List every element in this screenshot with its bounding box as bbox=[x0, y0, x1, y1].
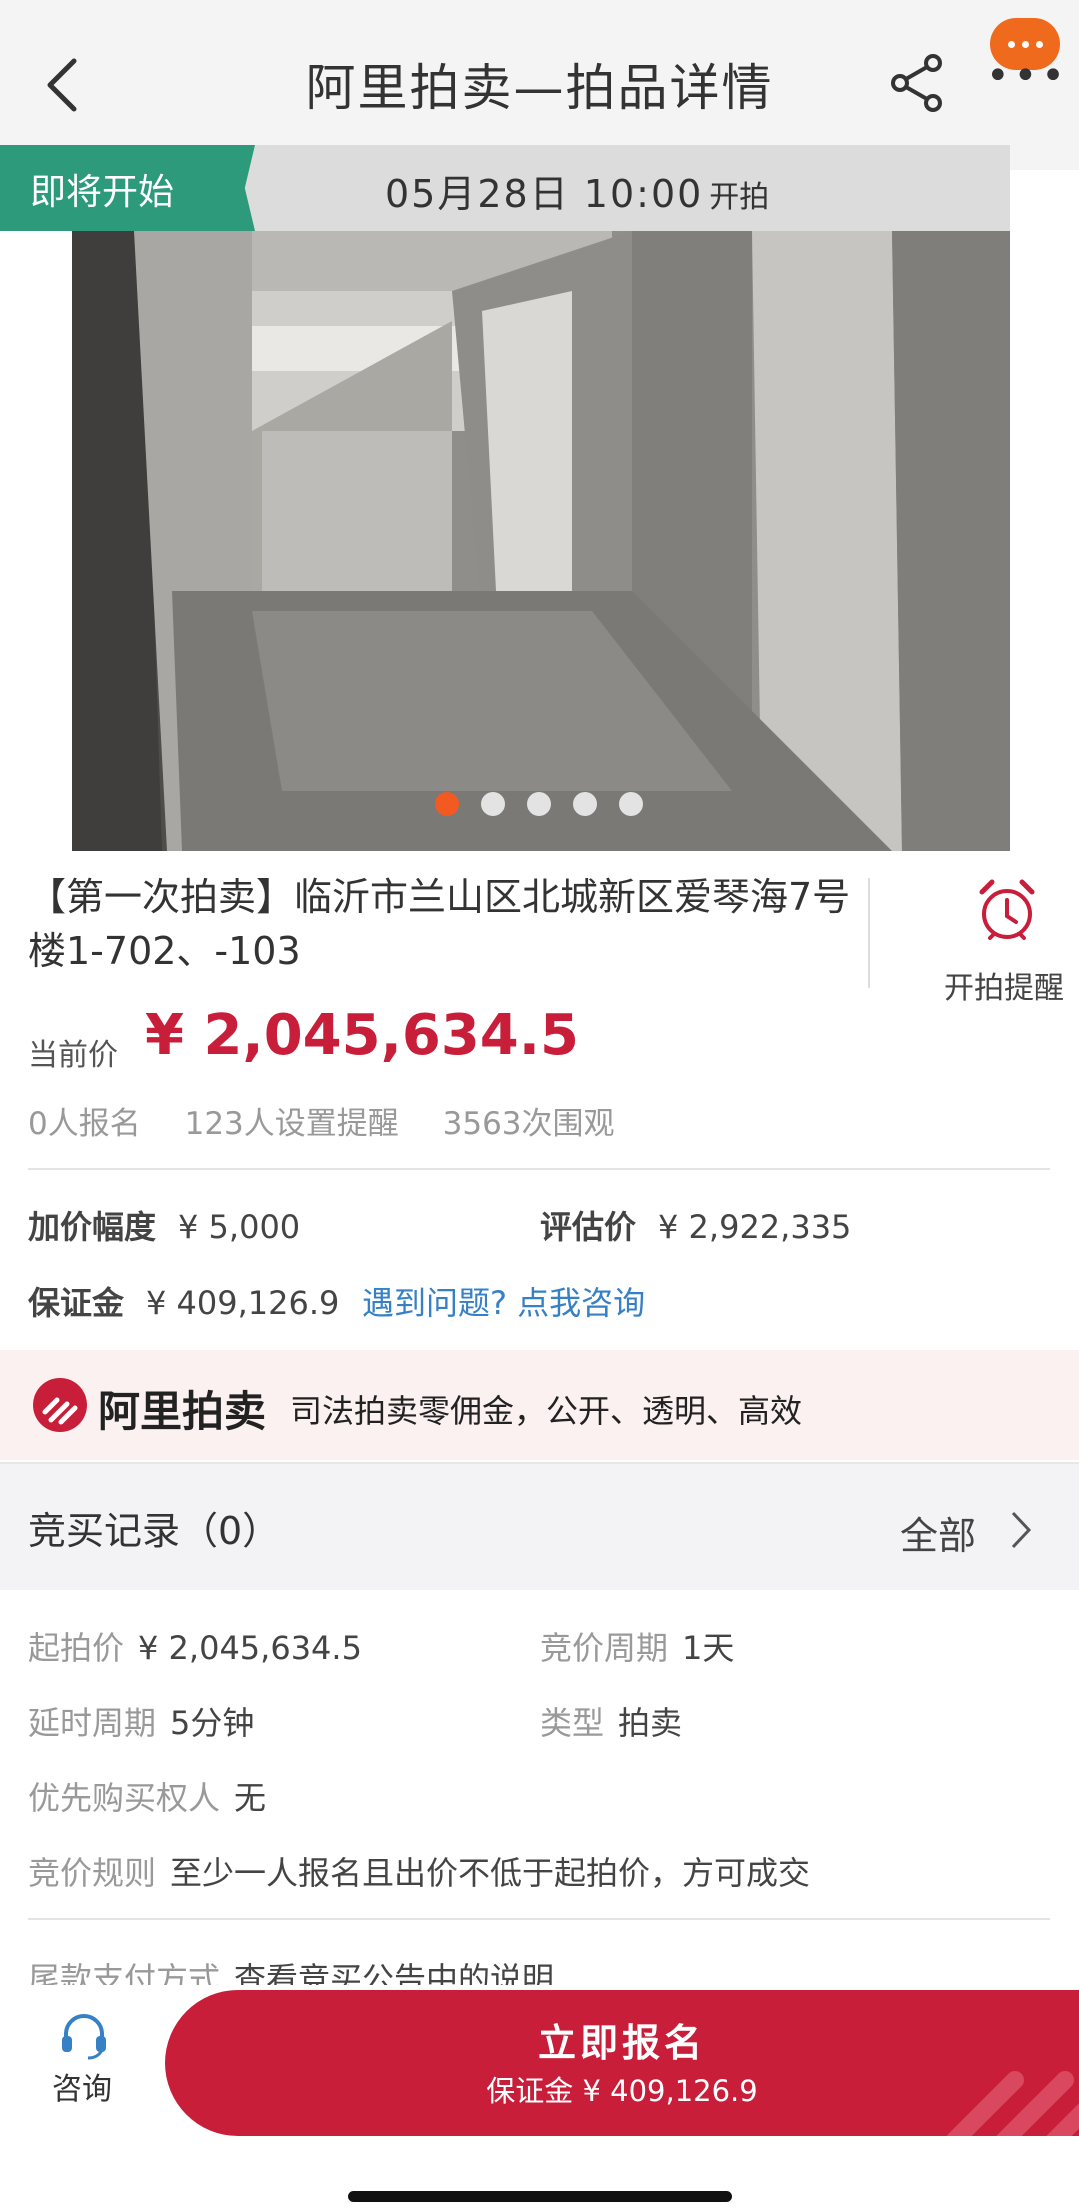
start-reminder-button[interactable]: 开拍提醒 bbox=[944, 963, 1064, 1007]
consult-button[interactable]: 咨询 bbox=[52, 2064, 112, 2108]
pager-dot[interactable] bbox=[527, 792, 551, 816]
home-indicator[interactable] bbox=[348, 2191, 732, 2202]
delay-period: 延时周期 5分钟 bbox=[28, 1704, 255, 1742]
signup-count: 0人报名 bbox=[28, 1106, 141, 1142]
unfinished-room-image bbox=[72, 231, 1010, 851]
more-menu-icon[interactable]: ••• bbox=[986, 56, 1069, 96]
pager-dot[interactable] bbox=[435, 792, 459, 816]
chevron-right-icon bbox=[1011, 1511, 1032, 1549]
auction-type: 类型 拍卖 bbox=[540, 1704, 683, 1742]
pager-dot[interactable] bbox=[619, 792, 643, 816]
bid-increment: 加价幅度 ¥ 5,000 bbox=[28, 1208, 301, 1246]
alarm-clock-icon[interactable] bbox=[976, 878, 1038, 944]
divider bbox=[28, 1918, 1050, 1920]
auction-start-time: 05月28日 10:00 开拍 bbox=[385, 172, 770, 216]
bid-records-title: 竞买记录（0） bbox=[28, 1509, 281, 1553]
platform-logo-text: 阿里拍卖 bbox=[98, 1387, 267, 1436]
bidding-cycle: 竞价周期 1天 bbox=[540, 1629, 735, 1667]
platform-slogan: 司法拍卖零佣金，公开、透明、高效 bbox=[290, 1392, 803, 1430]
share-icon[interactable] bbox=[888, 52, 946, 114]
ali-auction-logo-icon bbox=[33, 1378, 87, 1432]
help-consult-link[interactable]: 遇到问题? 点我咨询 bbox=[362, 1278, 645, 1324]
status-tag: 即将开始 bbox=[0, 145, 255, 231]
priority-buyer: 优先购买权人无 bbox=[28, 1779, 267, 1817]
divider bbox=[28, 1168, 1050, 1170]
current-price-label: 当前价 bbox=[28, 1038, 118, 1073]
bidding-rule: 竞价规则 至少一人报名且出价不低于起拍价，方可成交 bbox=[28, 1854, 811, 1892]
current-price: ¥ 2,045,634.5 bbox=[145, 1003, 579, 1068]
pager-dot[interactable] bbox=[573, 792, 597, 816]
reminder-count: 123人设置提醒 bbox=[184, 1106, 399, 1142]
signup-deposit: 保证金 ¥ 409,126.9 bbox=[486, 2074, 758, 2108]
headset-icon[interactable] bbox=[58, 2010, 110, 2060]
pager-dot[interactable] bbox=[481, 792, 505, 816]
deposit: 保证金 ¥ 409,126.9 bbox=[28, 1284, 340, 1322]
start-price: 起拍价 ¥ 2,045,634.5 bbox=[28, 1629, 362, 1667]
item-title: 【第一次拍卖】临沂市兰山区北城新区爱琴海7号楼1-702、-103 bbox=[28, 875, 851, 973]
auction-stats: 0人报名 123人设置提醒 3563次围观 bbox=[28, 1098, 641, 1143]
view-all-records[interactable]: 全部 bbox=[900, 1505, 976, 1560]
view-count: 3563次围观 bbox=[442, 1106, 615, 1142]
appraisal-price: 评估价 ¥ 2,922,335 bbox=[540, 1208, 852, 1246]
signup-label: 立即报名 bbox=[537, 2021, 706, 2065]
gallery-pager bbox=[435, 792, 643, 816]
property-photo[interactable] bbox=[72, 231, 1010, 851]
signup-button[interactable]: 立即报名 保证金 ¥ 409,126.9 bbox=[165, 1990, 1079, 2136]
divider bbox=[868, 878, 870, 988]
